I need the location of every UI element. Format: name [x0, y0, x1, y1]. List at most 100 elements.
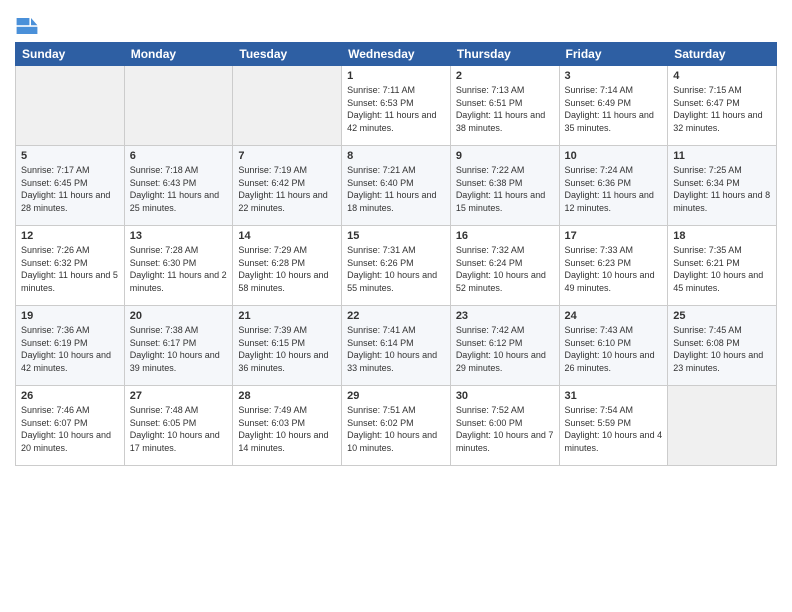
calendar-cell: 20 Sunrise: 7:38 AM Sunset: 6:17 PM Dayli… [124, 306, 233, 386]
day-info: Sunrise: 7:33 AM Sunset: 6:23 PM Dayligh… [565, 244, 663, 294]
day-number: 20 [130, 310, 228, 322]
day-info: Sunrise: 7:42 AM Sunset: 6:12 PM Dayligh… [456, 324, 554, 374]
calendar-cell: 10Sunrise: 7:24 AM Sunset: 6:36 PM Dayli… [559, 146, 668, 226]
day-info: Sunrise: 7:45 AM Sunset: 6:08 PM Dayligh… [673, 324, 771, 374]
day-info: Sunrise: 7:19 AM Sunset: 6:42 PM Dayligh… [238, 164, 336, 214]
calendar-cell: 14 Sunrise: 7:29 AM Sunset: 6:28 PM Dayli… [233, 226, 342, 306]
day-number: 25 [673, 310, 771, 322]
day-number: 11 [673, 150, 771, 162]
day-info: Sunrise: 7:18 AM Sunset: 6:43 PM Dayligh… [130, 164, 228, 214]
calendar-cell: 1Sunrise: 7:11 AM Sunset: 6:53 PM Daylig… [342, 66, 451, 146]
day-number: 1 [347, 70, 445, 82]
calendar-cell: 15 Sunrise: 7:31 AM Sunset: 6:26 PM Dayli… [342, 226, 451, 306]
calendar-cell: 4 Sunrise: 7:15 AM Sunset: 6:47 PM Daylig… [668, 66, 777, 146]
calendar-header-friday: Friday [559, 43, 668, 66]
day-number: 14 [238, 230, 336, 242]
day-info: Sunrise: 7:13 AM Sunset: 6:51 PM Dayligh… [456, 84, 554, 134]
day-info: Sunrise: 7:22 AM Sunset: 6:38 PM Dayligh… [456, 164, 554, 214]
day-info: Sunrise: 7:35 AM Sunset: 6:21 PM Dayligh… [673, 244, 771, 294]
day-info: Sunrise: 7:24 AM Sunset: 6:36 PM Dayligh… [565, 164, 663, 214]
day-info: Sunrise: 7:21 AM Sunset: 6:40 PM Dayligh… [347, 164, 445, 214]
day-info: Sunrise: 7:52 AM Sunset: 6:00 PM Dayligh… [456, 404, 554, 454]
calendar-cell: 19 Sunrise: 7:36 AM Sunset: 6:19 PM Dayli… [16, 306, 125, 386]
day-info: Sunrise: 7:15 AM Sunset: 6:47 PM Dayligh… [673, 84, 771, 134]
day-number: 21 [238, 310, 336, 322]
calendar-cell: 12 Sunrise: 7:26 AM Sunset: 6:32 PM Dayli… [16, 226, 125, 306]
calendar-week-1: 1Sunrise: 7:11 AM Sunset: 6:53 PM Daylig… [16, 66, 777, 146]
calendar-header-wednesday: Wednesday [342, 43, 451, 66]
calendar-cell: 21 Sunrise: 7:39 AM Sunset: 6:15 PM Dayli… [233, 306, 342, 386]
calendar-cell: 31Sunrise: 7:54 AM Sunset: 5:59 PM Dayli… [559, 386, 668, 466]
calendar-cell: 17 Sunrise: 7:33 AM Sunset: 6:23 PM Dayli… [559, 226, 668, 306]
calendar-cell: 3 Sunrise: 7:14 AM Sunset: 6:49 PM Daylig… [559, 66, 668, 146]
calendar-cell: 26Sunrise: 7:46 AM Sunset: 6:07 PM Dayli… [16, 386, 125, 466]
calendar-cell [233, 66, 342, 146]
calendar-cell: 22Sunrise: 7:41 AM Sunset: 6:14 PM Dayli… [342, 306, 451, 386]
day-number: 8 [347, 150, 445, 162]
calendar-cell [668, 386, 777, 466]
day-info: Sunrise: 7:29 AM Sunset: 6:28 PM Dayligh… [238, 244, 336, 294]
day-number: 13 [130, 230, 228, 242]
day-info: Sunrise: 7:41 AM Sunset: 6:14 PM Dayligh… [347, 324, 445, 374]
day-number: 28 [238, 390, 336, 402]
day-info: Sunrise: 7:49 AM Sunset: 6:03 PM Dayligh… [238, 404, 336, 454]
page-header [15, 10, 777, 38]
day-number: 2 [456, 70, 554, 82]
day-number: 6 [130, 150, 228, 162]
day-number: 15 [347, 230, 445, 242]
day-number: 30 [456, 390, 554, 402]
day-info: Sunrise: 7:54 AM Sunset: 5:59 PM Dayligh… [565, 404, 663, 454]
calendar-cell: 28 Sunrise: 7:49 AM Sunset: 6:03 PM Dayli… [233, 386, 342, 466]
day-number: 16 [456, 230, 554, 242]
day-number: 7 [238, 150, 336, 162]
day-number: 9 [456, 150, 554, 162]
calendar-cell: 6 Sunrise: 7:18 AM Sunset: 6:43 PM Daylig… [124, 146, 233, 226]
day-number: 17 [565, 230, 663, 242]
day-info: Sunrise: 7:32 AM Sunset: 6:24 PM Dayligh… [456, 244, 554, 294]
calendar-cell: 5 Sunrise: 7:17 AM Sunset: 6:45 PM Daylig… [16, 146, 125, 226]
calendar-header-tuesday: Tuesday [233, 43, 342, 66]
day-number: 27 [130, 390, 228, 402]
day-info: Sunrise: 7:25 AM Sunset: 6:34 PM Dayligh… [673, 164, 771, 214]
day-info: Sunrise: 7:43 AM Sunset: 6:10 PM Dayligh… [565, 324, 663, 374]
day-number: 29 [347, 390, 445, 402]
calendar-cell: 2 Sunrise: 7:13 AM Sunset: 6:51 PM Daylig… [450, 66, 559, 146]
calendar-week-5: 26Sunrise: 7:46 AM Sunset: 6:07 PM Dayli… [16, 386, 777, 466]
calendar-cell: 9 Sunrise: 7:22 AM Sunset: 6:38 PM Daylig… [450, 146, 559, 226]
calendar-cell: 18 Sunrise: 7:35 AM Sunset: 6:21 PM Dayli… [668, 226, 777, 306]
day-number: 4 [673, 70, 771, 82]
calendar-cell [124, 66, 233, 146]
day-number: 23 [456, 310, 554, 322]
day-info: Sunrise: 7:26 AM Sunset: 6:32 PM Dayligh… [21, 244, 119, 294]
calendar-cell: 29 Sunrise: 7:51 AM Sunset: 6:02 PM Dayli… [342, 386, 451, 466]
day-info: Sunrise: 7:36 AM Sunset: 6:19 PM Dayligh… [21, 324, 119, 374]
day-number: 5 [21, 150, 119, 162]
day-number: 19 [21, 310, 119, 322]
calendar-cell: 16 Sunrise: 7:32 AM Sunset: 6:24 PM Dayli… [450, 226, 559, 306]
day-info: Sunrise: 7:17 AM Sunset: 6:45 PM Dayligh… [21, 164, 119, 214]
calendar-week-4: 19 Sunrise: 7:36 AM Sunset: 6:19 PM Dayli… [16, 306, 777, 386]
calendar-cell: 24 Sunrise: 7:43 AM Sunset: 6:10 PM Dayli… [559, 306, 668, 386]
calendar-header-thursday: Thursday [450, 43, 559, 66]
day-info: Sunrise: 7:39 AM Sunset: 6:15 PM Dayligh… [238, 324, 336, 374]
calendar-cell: 23 Sunrise: 7:42 AM Sunset: 6:12 PM Dayli… [450, 306, 559, 386]
calendar-cell: 7 Sunrise: 7:19 AM Sunset: 6:42 PM Daylig… [233, 146, 342, 226]
day-info: Sunrise: 7:38 AM Sunset: 6:17 PM Dayligh… [130, 324, 228, 374]
calendar-cell: 8 Sunrise: 7:21 AM Sunset: 6:40 PM Daylig… [342, 146, 451, 226]
day-number: 18 [673, 230, 771, 242]
calendar-cell: 13Sunrise: 7:28 AM Sunset: 6:30 PM Dayli… [124, 226, 233, 306]
day-number: 3 [565, 70, 663, 82]
calendar-cell [16, 66, 125, 146]
calendar-cell: 30 Sunrise: 7:52 AM Sunset: 6:00 PM Dayli… [450, 386, 559, 466]
day-info: Sunrise: 7:51 AM Sunset: 6:02 PM Dayligh… [347, 404, 445, 454]
calendar-table: SundayMondayTuesdayWednesdayThursdayFrid… [15, 42, 777, 466]
calendar-header-sunday: Sunday [16, 43, 125, 66]
logo-icon [15, 14, 39, 38]
logo [15, 10, 43, 38]
day-number: 12 [21, 230, 119, 242]
day-info: Sunrise: 7:14 AM Sunset: 6:49 PM Dayligh… [565, 84, 663, 134]
calendar-week-2: 5 Sunrise: 7:17 AM Sunset: 6:45 PM Daylig… [16, 146, 777, 226]
day-number: 24 [565, 310, 663, 322]
day-info: Sunrise: 7:31 AM Sunset: 6:26 PM Dayligh… [347, 244, 445, 294]
calendar-header-row: SundayMondayTuesdayWednesdayThursdayFrid… [16, 43, 777, 66]
